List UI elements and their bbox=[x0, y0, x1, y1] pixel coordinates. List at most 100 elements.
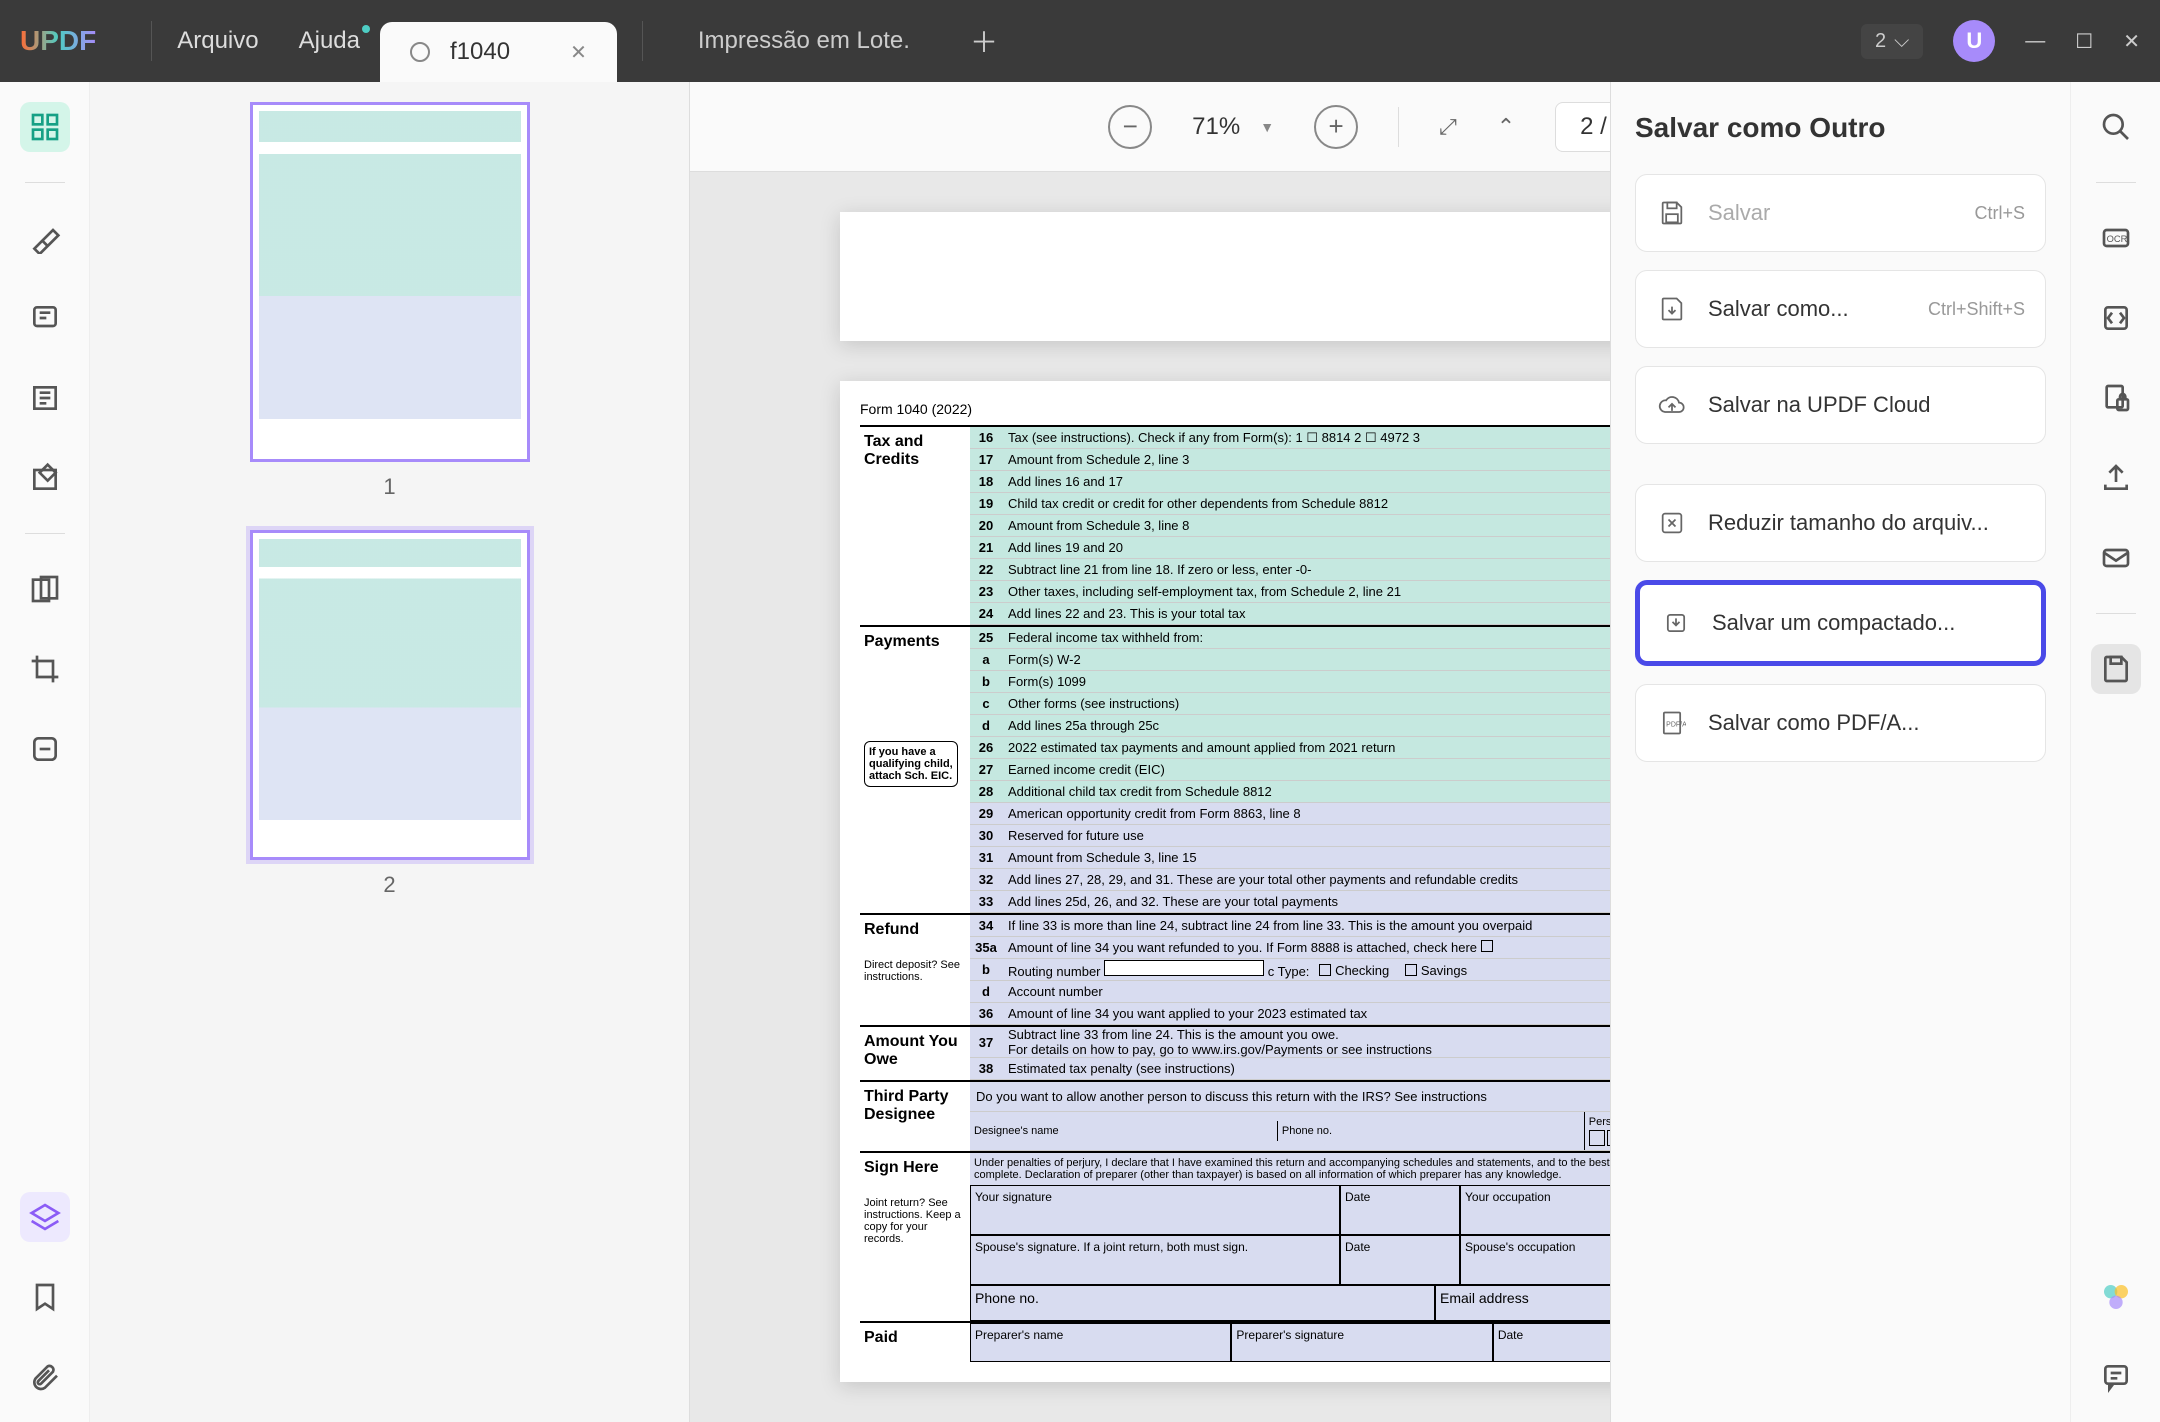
menu-ajuda[interactable]: Ajuda bbox=[299, 27, 360, 55]
save-cloud-label: Salvar na UPDF Cloud bbox=[1708, 392, 1931, 418]
save-as-label: Salvar como... bbox=[1708, 296, 1849, 322]
line-24: Add lines 22 and 23. This is your total … bbox=[1008, 606, 1246, 621]
share-tool[interactable] bbox=[2091, 453, 2141, 503]
save-as-icon bbox=[1656, 293, 1688, 325]
compact-icon bbox=[1660, 607, 1692, 639]
menu-arquivo[interactable]: Arquivo bbox=[177, 27, 258, 55]
section-label: RefundDirect deposit? See instructions. bbox=[860, 915, 970, 1025]
thumbnails-panel: 1 2 bbox=[90, 82, 690, 1422]
eic-note: If you have a qualifying child, attach S… bbox=[864, 741, 958, 787]
designee-name: Designee's name bbox=[970, 1121, 1277, 1141]
line-35b: Routing number bbox=[1008, 964, 1101, 979]
zoom-in-button[interactable]: + bbox=[1314, 105, 1358, 149]
thumbnail-1[interactable]: 1 bbox=[110, 102, 669, 500]
section-label: Third Party Designee bbox=[860, 1082, 970, 1151]
scroll-mode-button[interactable]: ⌃ bbox=[1497, 114, 1515, 140]
zoom-value[interactable]: 71% bbox=[1192, 113, 1240, 141]
divider bbox=[2096, 613, 2136, 614]
divider bbox=[1398, 107, 1399, 147]
ai-tool[interactable] bbox=[2091, 1272, 2141, 1322]
preparer-date[interactable]: Date bbox=[1493, 1323, 1629, 1362]
reduce-icon bbox=[1656, 507, 1688, 539]
preparer-signature[interactable]: Preparer's signature bbox=[1231, 1323, 1492, 1362]
checkbox-8888[interactable] bbox=[1481, 940, 1493, 952]
tab-active-label: f1040 bbox=[450, 38, 510, 66]
thumbnail-2-label: 2 bbox=[110, 872, 669, 898]
sig-date[interactable]: Date bbox=[1340, 1185, 1460, 1235]
email-tool[interactable] bbox=[2091, 533, 2141, 583]
thumbnails-tool[interactable] bbox=[20, 102, 70, 152]
tab-other[interactable]: Impressão em Lote. bbox=[668, 11, 940, 71]
attachment-tool[interactable] bbox=[20, 1352, 70, 1402]
tab-other-label: Impressão em Lote. bbox=[698, 27, 910, 55]
section-label: PaymentsIf you have a qualifying child, … bbox=[860, 627, 970, 913]
section-label: Tax and Credits bbox=[860, 427, 970, 625]
right-toolbar: OCR bbox=[2070, 82, 2160, 1422]
cloud-icon bbox=[1656, 389, 1688, 421]
line-30: Reserved for future use bbox=[1002, 828, 1714, 843]
your-signature[interactable]: Your signature bbox=[970, 1185, 1340, 1235]
checkbox-checking[interactable] bbox=[1319, 964, 1331, 976]
minimize-button[interactable]: — bbox=[2025, 30, 2045, 53]
save-compact-label: Salvar um compactado... bbox=[1712, 610, 1955, 636]
bookmark-tool[interactable] bbox=[20, 1272, 70, 1322]
save-cloud-button[interactable]: Salvar na UPDF Cloud bbox=[1635, 366, 2046, 444]
save-button[interactable]: Salvar Ctrl+S bbox=[1635, 174, 2046, 252]
save-as-button[interactable]: Salvar como... Ctrl+Shift+S bbox=[1635, 270, 2046, 348]
section-label: Sign HereJoint return? See instructions.… bbox=[860, 1153, 970, 1321]
highlight-tool[interactable] bbox=[20, 213, 70, 263]
tabs-bar: f1040 ✕ Impressão em Lote. ＋ bbox=[380, 0, 1861, 82]
chat-tool[interactable] bbox=[2091, 1352, 2141, 1402]
line-34: If line 33 is more than line 24, subtrac… bbox=[1002, 918, 1714, 933]
direct-deposit-note: Direct deposit? See instructions. bbox=[864, 959, 966, 983]
divider bbox=[642, 21, 643, 61]
text-tool[interactable] bbox=[20, 373, 70, 423]
organize-tool[interactable] bbox=[20, 564, 70, 614]
avatar[interactable]: U bbox=[1953, 20, 1995, 62]
layers-tool[interactable] bbox=[20, 1192, 70, 1242]
phone-no[interactable]: Phone no. bbox=[970, 1285, 1435, 1321]
spouse-date[interactable]: Date bbox=[1340, 1235, 1460, 1285]
save-pdfa-button[interactable]: PDF/A Salvar como PDF/A... bbox=[1635, 684, 2046, 762]
label-savings: Savings bbox=[1421, 963, 1467, 978]
line-29: American opportunity credit from Form 88… bbox=[1002, 806, 1714, 821]
tab-active[interactable]: f1040 ✕ bbox=[380, 22, 617, 82]
convert-tool[interactable] bbox=[2091, 293, 2141, 343]
line-35a: Amount of line 34 you want refunded to y… bbox=[1008, 940, 1477, 955]
save-panel: Salvar como Outro Salvar Ctrl+S Salvar c… bbox=[1610, 82, 2070, 1422]
main-area: 1 2 − 71% ▼ + ⤢ ⌃ 2 / 2 Form 1040 (2022)… bbox=[0, 82, 2160, 1422]
protect-tool[interactable] bbox=[2091, 373, 2141, 423]
left-toolbar bbox=[0, 82, 90, 1422]
zoom-dropdown-icon[interactable]: ▼ bbox=[1260, 119, 1274, 135]
section-label: Paid bbox=[860, 1323, 970, 1362]
tab-add-button[interactable]: ＋ bbox=[970, 21, 998, 61]
checkbox-savings[interactable] bbox=[1405, 964, 1417, 976]
tab-close-icon[interactable]: ✕ bbox=[570, 40, 587, 65]
edit-tool[interactable] bbox=[20, 453, 70, 503]
thumbnail-1-label: 1 bbox=[110, 474, 669, 500]
redact-tool[interactable] bbox=[20, 724, 70, 774]
reduce-size-button[interactable]: Reduzir tamanho do arquiv... bbox=[1635, 484, 2046, 562]
search-tool[interactable] bbox=[2091, 102, 2141, 152]
designee-phone: Phone no. bbox=[1277, 1121, 1584, 1141]
zoom-out-button[interactable]: − bbox=[1108, 105, 1152, 149]
thumbnail-2[interactable]: 2 bbox=[110, 530, 669, 898]
preparer-name[interactable]: Preparer's name bbox=[970, 1323, 1231, 1362]
save-compact-button[interactable]: Salvar um compactado... bbox=[1635, 580, 2046, 666]
comment-tool[interactable] bbox=[20, 293, 70, 343]
bottom-tools bbox=[20, 1192, 70, 1402]
label-checking: Checking bbox=[1335, 963, 1389, 978]
crop-tool[interactable] bbox=[20, 644, 70, 694]
ocr-tool[interactable]: OCR bbox=[2091, 213, 2141, 263]
save-panel-title: Salvar como Outro bbox=[1635, 112, 2046, 144]
save-as-other-tool[interactable] bbox=[2091, 644, 2141, 694]
update-dot-icon bbox=[362, 25, 370, 33]
close-button[interactable]: ✕ bbox=[2123, 29, 2140, 54]
line-32: Add lines 27, 28, 29, and 31. These are … bbox=[1002, 872, 1714, 887]
thumbnail-2-preview bbox=[250, 530, 530, 860]
fit-page-button[interactable]: ⤢ bbox=[1439, 114, 1457, 140]
spouse-signature[interactable]: Spouse's signature. If a joint return, b… bbox=[970, 1235, 1340, 1285]
window-count[interactable]: 2 ⌵ bbox=[1861, 24, 1923, 59]
save-icon bbox=[1656, 197, 1688, 229]
maximize-button[interactable]: ☐ bbox=[2075, 29, 2093, 54]
